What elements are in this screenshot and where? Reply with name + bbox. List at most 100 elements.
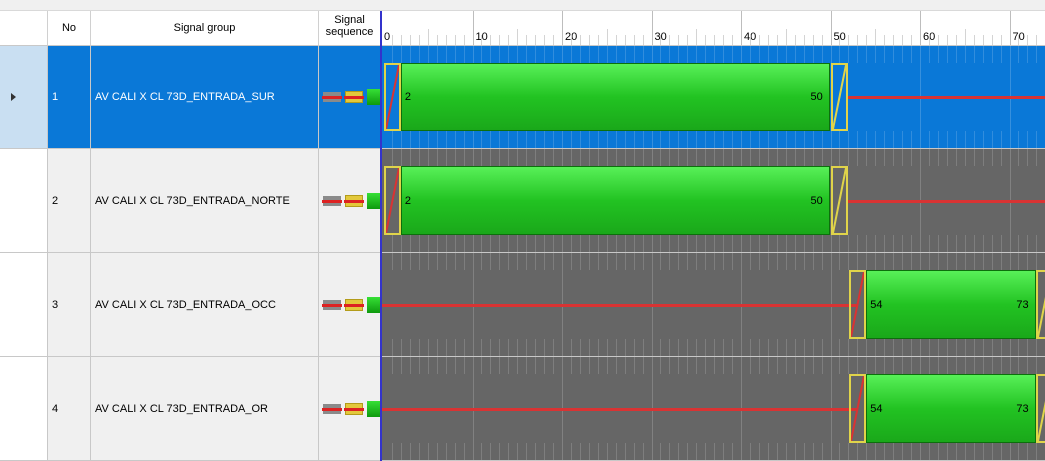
timeline-minor-tick: [1036, 235, 1038, 252]
timeline-minor-tick: [848, 339, 850, 356]
timeline-minor-tick: [588, 149, 590, 166]
timeline-minor-tick: [946, 253, 948, 270]
timeline-minor-tick: [553, 357, 555, 374]
timeline-minor-tick: [973, 339, 975, 356]
timeline-minor-tick: [839, 253, 841, 270]
red-phase-line[interactable]: [847, 199, 1045, 203]
cell-signal-group[interactable]: AV CALI X CL 73D_ENTRADA_OCC: [91, 253, 319, 357]
cell-signal-group[interactable]: AV CALI X CL 73D_ENTRADA_OR: [91, 357, 319, 461]
ruler-tick-label: 20: [562, 31, 577, 43]
red-phase-line[interactable]: [381, 303, 858, 307]
green-phase-bar[interactable]: [866, 270, 1037, 339]
timeline-minor-tick: [615, 235, 617, 252]
timeline-track[interactable]: 2 50: [381, 149, 1045, 253]
cell-signal-sequence[interactable]: [319, 46, 381, 149]
column-header-no-label: No: [61, 22, 77, 34]
timeline-minor-tick: [723, 339, 725, 356]
timeline-minor-tick: [660, 357, 662, 374]
amber-phase[interactable]: [830, 63, 848, 131]
cell-signal-sequence[interactable]: [319, 149, 381, 253]
ruler-minor-tick: [928, 35, 930, 45]
cell-signal-group[interactable]: AV CALI X CL 73D_ENTRADA_SUR: [91, 46, 319, 149]
green-phase-bar[interactable]: [866, 374, 1037, 443]
timeline-minor-tick: [812, 253, 814, 270]
timeline-minor-tick: [445, 339, 447, 356]
timeline-minor-tick: [517, 235, 519, 252]
cell-no[interactable]: 1: [48, 46, 91, 149]
amber-phase[interactable]: [1036, 374, 1045, 443]
red-amber-phase[interactable]: [849, 374, 867, 443]
red-phase-line[interactable]: [847, 96, 1045, 99]
red-signal-icon: [322, 92, 342, 102]
row-selector[interactable]: [0, 149, 48, 253]
timeline-minor-tick: [1018, 149, 1020, 166]
timeline-minor-tick: [884, 443, 886, 460]
timeline-minor-tick: [893, 46, 895, 63]
timeline-minor-tick: [723, 235, 725, 252]
timeline-minor-tick: [732, 357, 734, 374]
timeline-minor-tick: [436, 235, 438, 252]
timeline-minor-tick: [821, 253, 823, 270]
amber-phase[interactable]: [830, 166, 848, 235]
timeline-minor-tick: [696, 131, 698, 148]
timeline-minor-tick: [839, 235, 841, 252]
timeline-minor-tick: [973, 357, 975, 374]
timeline-track[interactable]: 54 73: [381, 253, 1045, 357]
timeline-minor-tick: [436, 339, 438, 356]
timeline-minor-tick: [767, 46, 769, 63]
red-amber-phase[interactable]: [383, 63, 401, 131]
ruler-tick-label: 60: [920, 31, 935, 43]
timeline-minor-tick: [642, 131, 644, 148]
timeline-minor-tick: [553, 235, 555, 252]
cell-no[interactable]: 2: [48, 149, 91, 253]
timeline-minor-tick: [535, 149, 537, 166]
timeline-minor-tick: [794, 46, 796, 63]
timeline-minor-tick: [1036, 253, 1038, 270]
timeline-minor-tick: [633, 131, 635, 148]
timeline-minor-tick: [517, 443, 519, 460]
column-header-signal-group[interactable]: Signal group: [91, 11, 319, 46]
timeline-ruler[interactable]: 01020304050607075: [381, 11, 1045, 46]
table-row[interactable]: 3 AV CALI X CL 73D_ENTRADA_OCC 54 73: [0, 253, 1045, 357]
green-phase-bar[interactable]: [400, 63, 831, 131]
amber-phase[interactable]: [1036, 270, 1045, 339]
green-phase-bar[interactable]: [400, 166, 831, 235]
timeline-minor-tick: [803, 357, 805, 374]
timeline-track[interactable]: 2 50: [381, 46, 1045, 149]
ruler-tick-label: 10: [473, 31, 488, 43]
timeline-minor-tick: [597, 235, 599, 252]
timeline-minor-tick: [911, 443, 913, 460]
timeline-minor-tick: [928, 235, 930, 252]
timeline-minor-tick: [535, 131, 537, 148]
table-row[interactable]: 1 AV CALI X CL 73D_ENTRADA_SUR 2 50: [0, 46, 1045, 149]
red-phase-line[interactable]: [381, 407, 858, 411]
cell-signal-sequence[interactable]: [319, 253, 381, 357]
ruler-minor-tick: [418, 35, 420, 45]
cell-signal-sequence[interactable]: [319, 357, 381, 461]
column-header-no[interactable]: No: [48, 11, 91, 46]
timeline-minor-tick: [1036, 443, 1038, 460]
timeline-track[interactable]: 54 73: [381, 357, 1045, 461]
time-cursor-line[interactable]: [380, 11, 382, 461]
row-selector[interactable]: [0, 46, 48, 149]
timeline-minor-tick: [776, 253, 778, 270]
cell-no[interactable]: 4: [48, 357, 91, 461]
timeline-minor-tick: [436, 253, 438, 270]
ruler-minor-tick: [481, 35, 483, 45]
red-amber-phase[interactable]: [849, 270, 867, 339]
timeline-minor-tick: [884, 149, 886, 166]
timeline-minor-tick: [857, 46, 859, 63]
row-selector[interactable]: [0, 357, 48, 461]
row-selector[interactable]: [0, 253, 48, 357]
table-row[interactable]: 2 AV CALI X CL 73D_ENTRADA_NORTE 2 50: [0, 149, 1045, 253]
timeline-minor-tick: [955, 149, 957, 166]
red-amber-phase[interactable]: [383, 166, 401, 235]
timeline-minor-tick: [785, 235, 787, 252]
timeline-minor-tick: [553, 443, 555, 460]
cell-signal-group[interactable]: AV CALI X CL 73D_ENTRADA_NORTE: [91, 149, 319, 253]
timeline-minor-tick: [597, 443, 599, 460]
timeline-minor-tick: [785, 339, 787, 356]
cell-no[interactable]: 3: [48, 253, 91, 357]
table-row[interactable]: 4 AV CALI X CL 73D_ENTRADA_OR 54 73: [0, 357, 1045, 461]
column-header-signal-sequence[interactable]: Signal sequence: [319, 11, 381, 46]
